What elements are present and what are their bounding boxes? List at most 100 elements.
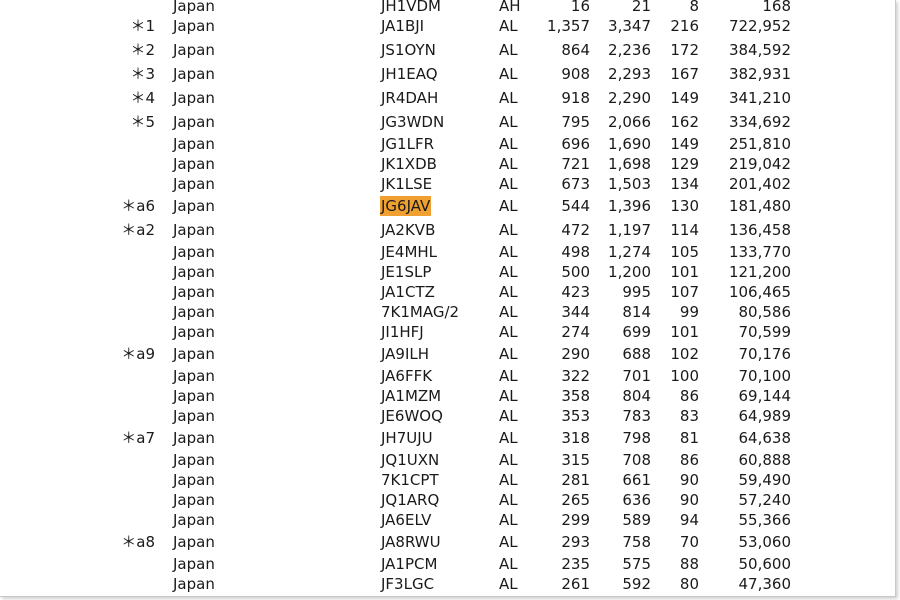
points-cell: 1,200	[608, 263, 651, 281]
multiplier-cell: 107	[670, 283, 699, 301]
points-cell: 2,066	[608, 113, 651, 131]
qso-count-cell: 290	[561, 345, 590, 363]
category-cell: AH	[499, 0, 521, 15]
qso-count-cell: 235	[561, 555, 590, 573]
points-cell: 589	[622, 511, 651, 529]
table-row: ＊3 Japan JH1EAQ AL 908 2,293 167 382,931	[0, 64, 895, 84]
category-cell: AL	[499, 575, 518, 593]
country-cell: Japan	[173, 17, 215, 35]
points-cell: 21	[631, 0, 651, 15]
country-cell: Japan	[173, 451, 215, 469]
table-row: Japan JA1PCM AL 235 575 88 50,600	[0, 554, 895, 574]
category-cell: AL	[499, 345, 518, 363]
category-cell: AL	[499, 41, 518, 59]
multiplier-cell: 88	[679, 555, 699, 573]
category-cell: AL	[499, 533, 518, 551]
multiplier-cell: 101	[670, 323, 699, 341]
multiplier-cell: 90	[679, 491, 699, 509]
table-row: ＊a7 Japan JH7UJU AL 318 798 81 64,638	[0, 428, 895, 448]
country-cell: Japan	[173, 135, 215, 153]
table-row: ＊a6 Japan JG6JAV AL 544 1,396 130 181,480	[0, 196, 895, 216]
callsign-cell: JQ1UXN	[381, 451, 440, 469]
multiplier-cell: 99	[679, 303, 699, 321]
callsign-cell: JA8RWU	[381, 533, 441, 551]
table-row: Japan JE1SLP AL 500 1,200 101 121,200	[0, 262, 895, 282]
country-cell: Japan	[173, 367, 215, 385]
country-cell: Japan	[173, 243, 215, 261]
multiplier-cell: 162	[670, 113, 699, 131]
category-cell: AL	[499, 491, 518, 509]
callsign-cell-highlighted: JG6JAV	[380, 196, 432, 216]
multiplier-cell: 70	[679, 533, 699, 551]
category-cell: AL	[499, 113, 518, 131]
score-cell: 382,931	[728, 65, 791, 83]
category-cell: AL	[499, 429, 518, 447]
country-cell: Japan	[173, 471, 215, 489]
rank-cell: ＊5	[130, 113, 155, 131]
qso-count-cell: 1,357	[547, 17, 590, 35]
qso-count-cell: 318	[561, 429, 590, 447]
qso-count-cell: 423	[561, 283, 590, 301]
callsign-cell: JE6WOQ	[381, 407, 443, 425]
score-cell: 722,952	[728, 17, 791, 35]
table-row: ＊2 Japan JS1OYN AL 864 2,236 172 384,592	[0, 40, 895, 60]
qso-count-cell: 918	[561, 89, 590, 107]
country-cell: Japan	[173, 41, 215, 59]
score-cell: 59,490	[738, 471, 792, 489]
qso-count-cell: 281	[561, 471, 590, 489]
table-row: Japan JF3LGC AL 261 592 80 47,360	[0, 574, 895, 594]
table-row: Japan JE6WOQ AL 353 783 83 64,989	[0, 406, 895, 426]
multiplier-cell: 149	[670, 89, 699, 107]
callsign-cell: JA9ILH	[381, 345, 430, 363]
callsign-cell: JA1CTZ	[381, 283, 435, 301]
multiplier-cell: 101	[670, 263, 699, 281]
category-cell: AL	[499, 283, 518, 301]
points-cell: 798	[622, 429, 651, 447]
category-cell: AL	[499, 367, 518, 385]
score-cell: 80,586	[738, 303, 792, 321]
results-table: Japan JH1VDM AH 16 21 8 168 ＊1 Japan JA1BJI AL 1,35…	[0, 0, 895, 596]
category-cell: AL	[499, 303, 518, 321]
rank-cell: ＊a2	[121, 221, 155, 239]
score-cell: 60,888	[738, 451, 792, 469]
score-cell: 69,144	[738, 387, 792, 405]
rank-cell: ＊2	[130, 41, 155, 59]
callsign-cell: JG3WDN	[381, 113, 445, 131]
category-cell: AL	[499, 511, 518, 529]
country-cell: Japan	[173, 345, 215, 363]
table-row: ＊1 Japan JA1BJI AL 1,357 3,347 216 722,952	[0, 16, 895, 36]
table-row: Japan JK1XDB AL 721 1,698 129 219,042	[0, 154, 895, 174]
score-cell: 121,200	[728, 263, 791, 281]
score-cell: 70,100	[738, 367, 792, 385]
multiplier-cell: 8	[689, 0, 699, 15]
qso-count-cell: 673	[561, 175, 590, 193]
qso-count-cell: 544	[561, 197, 590, 215]
points-cell: 2,236	[608, 41, 651, 59]
multiplier-cell: 80	[679, 575, 699, 593]
table-row: ＊a2 Japan JA2KVB AL 472 1,197 114 136,458	[0, 220, 895, 240]
qso-count-cell: 500	[561, 263, 590, 281]
score-cell: 64,638	[738, 429, 792, 447]
callsign-cell: JH1EAQ	[381, 65, 438, 83]
qso-count-cell: 344	[561, 303, 590, 321]
points-cell: 575	[622, 555, 651, 573]
country-cell: Japan	[173, 407, 215, 425]
multiplier-cell: 83	[679, 407, 699, 425]
country-cell: Japan	[173, 283, 215, 301]
qso-count-cell: 274	[561, 323, 590, 341]
table-row: Japan JE4MHL AL 498 1,274 105 133,770	[0, 242, 895, 262]
points-cell: 3,347	[608, 17, 651, 35]
category-cell: AL	[499, 387, 518, 405]
score-cell: 181,480	[728, 197, 791, 215]
multiplier-cell: 94	[679, 511, 699, 529]
points-cell: 699	[622, 323, 651, 341]
multiplier-cell: 114	[670, 221, 699, 239]
rank-cell: ＊4	[130, 89, 155, 107]
callsign-cell: JE4MHL	[381, 243, 438, 261]
score-cell: 251,810	[728, 135, 791, 153]
category-cell: AL	[499, 155, 518, 173]
points-cell: 688	[622, 345, 651, 363]
table-row: Japan JI1HFJ AL 274 699 101 70,599	[0, 322, 895, 342]
country-cell: Japan	[173, 197, 215, 215]
multiplier-cell: 216	[670, 17, 699, 35]
